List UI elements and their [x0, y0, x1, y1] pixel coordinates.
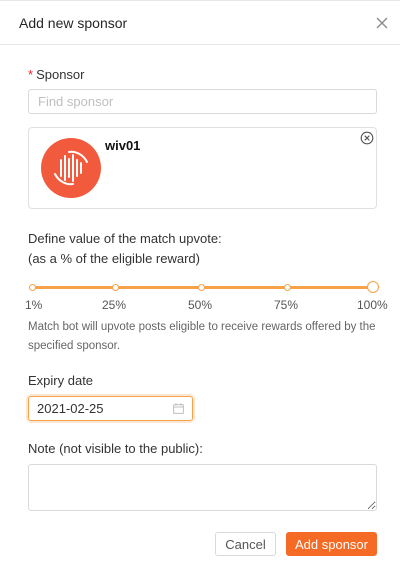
remove-circle-icon[interactable]	[360, 131, 374, 145]
slider-mark-1: 1%	[25, 298, 43, 312]
calendar-icon[interactable]	[173, 403, 184, 414]
cancel-button[interactable]: Cancel	[215, 532, 276, 556]
modal-header: Add new sponsor	[0, 1, 400, 45]
note-textarea[interactable]	[28, 464, 377, 511]
note-label: Note (not visible to the public):	[28, 441, 203, 456]
sponsor-search-input[interactable]	[28, 89, 377, 114]
slider-dot-25[interactable]	[112, 284, 119, 291]
required-mark: *	[28, 67, 34, 82]
sponsor-label-text: Sponsor	[36, 67, 85, 82]
modal-title: Add new sponsor	[19, 15, 128, 31]
slider-dot-1[interactable]	[29, 284, 36, 291]
slider-mark-25: 25%	[102, 298, 127, 312]
match-percent-slider[interactable]	[29, 281, 379, 295]
expiry-date-picker[interactable]: 2021-02-25	[28, 396, 193, 421]
selected-sponsor-card: wiv01	[28, 127, 377, 209]
sponsor-avatar	[41, 138, 101, 198]
match-help-text: Match bot will upvote posts eligible to …	[28, 321, 376, 352]
slider-mark-50: 50%	[188, 298, 213, 312]
match-label-line2: (as a % of the eligible reward)	[28, 251, 200, 266]
slider-mark-100: 100%	[357, 298, 388, 312]
sponsor-name: wiv01	[105, 138, 141, 153]
avatar-logo-icon	[54, 150, 88, 186]
slider-handle[interactable]	[367, 281, 379, 293]
sponsor-label: * Sponsor	[28, 67, 84, 82]
expiry-date-value: 2021-02-25	[37, 401, 104, 416]
slider-dot-75[interactable]	[284, 284, 291, 291]
add-sponsor-button[interactable]: Add sponsor	[286, 532, 377, 556]
close-icon[interactable]	[374, 15, 390, 31]
add-sponsor-modal: Add new sponsor *Sponsor wi	[0, 0, 400, 582]
slider-mark-75: 75%	[274, 298, 299, 312]
expiry-label: Expiry date	[28, 373, 94, 388]
slider-dot-50[interactable]	[198, 284, 205, 291]
match-label-line1: Define value of the match upvote:	[28, 231, 222, 246]
